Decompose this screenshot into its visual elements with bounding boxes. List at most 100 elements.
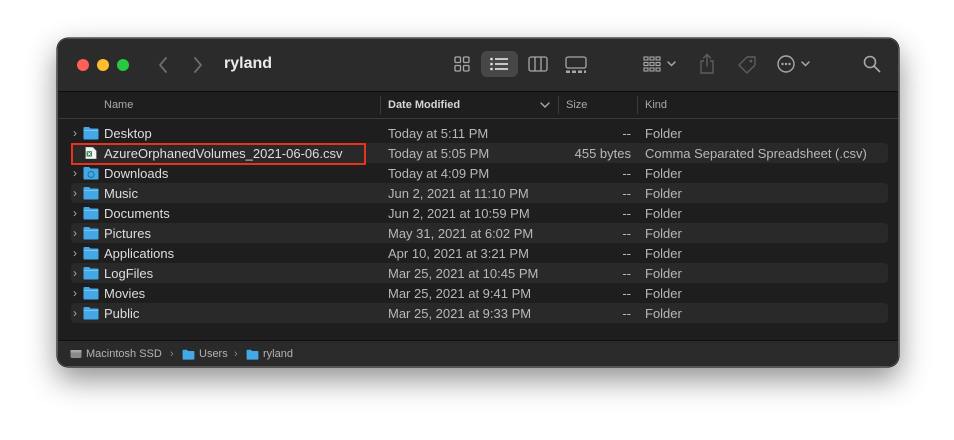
disclosure-chevron-icon[interactable]: › <box>73 306 81 320</box>
file-date: Mar 25, 2021 at 9:41 PM <box>388 286 532 301</box>
file-size: -- <box>622 126 631 141</box>
file-date: Jun 2, 2021 at 11:10 PM <box>388 186 529 201</box>
share-icon[interactable] <box>699 53 715 75</box>
file-size: -- <box>622 226 631 241</box>
pictures-folder-icon <box>83 227 99 240</box>
column-kind[interactable]: Kind <box>645 99 667 111</box>
file-kind: Folder <box>645 286 682 301</box>
tag-icon[interactable] <box>736 54 758 76</box>
file-kind: Folder <box>645 186 682 201</box>
column-view-icon[interactable] <box>528 56 548 72</box>
file-name: Documents <box>104 206 170 221</box>
file-date: Mar 25, 2021 at 9:33 PM <box>388 306 532 321</box>
chevron-right-icon[interactable] <box>192 56 204 74</box>
close-window-button[interactable] <box>77 59 89 71</box>
zoom-window-button[interactable] <box>117 59 129 71</box>
music-folder-icon <box>83 187 99 200</box>
minimize-window-button[interactable] <box>97 59 109 71</box>
file-kind: Folder <box>645 206 682 221</box>
movies-folder-icon <box>83 287 99 300</box>
file-size: -- <box>622 306 631 321</box>
gallery-view-icon[interactable] <box>565 56 587 74</box>
file-kind: Folder <box>645 306 682 321</box>
file-kind: Folder <box>645 226 682 241</box>
file-date: Apr 10, 2021 at 3:21 PM <box>388 246 529 261</box>
home-folder-icon[interactable] <box>246 349 259 360</box>
column-name[interactable]: Name <box>104 99 133 111</box>
disclosure-chevron-icon[interactable]: › <box>73 126 81 140</box>
path-item-volume[interactable]: Macintosh SSD <box>86 348 162 360</box>
downloads-folder-icon <box>83 167 99 180</box>
file-size: -- <box>622 166 631 181</box>
list-view-icon[interactable] <box>490 57 509 71</box>
path-bar: Macintosh SSD › Users › ryland <box>58 340 898 366</box>
file-name: LogFiles <box>104 266 154 281</box>
group-by-icon[interactable] <box>643 56 677 72</box>
column-header: Name Date Modified Size Kind <box>58 92 898 119</box>
disclosure-chevron-icon[interactable]: › <box>73 206 81 220</box>
list-item[interactable]: › Public Mar 25, 2021 at 9:33 PM -- Fold… <box>71 303 888 323</box>
file-date: Today at 5:11 PM <box>388 126 489 141</box>
list-item[interactable]: › Downloads Today at 4:09 PM -- Folder <box>71 163 888 183</box>
file-size: -- <box>622 286 631 301</box>
file-name: Downloads <box>104 166 169 181</box>
disclosure-chevron-icon[interactable]: › <box>73 226 81 240</box>
file-date: Today at 5:05 PM <box>388 146 490 161</box>
list-item[interactable]: › LogFiles Mar 25, 2021 at 10:45 PM -- F… <box>71 263 888 283</box>
selection-highlight-box <box>71 143 366 165</box>
column-divider <box>637 96 638 114</box>
file-date: May 31, 2021 at 6:02 PM <box>388 226 534 241</box>
disclosure-chevron-icon[interactable]: › <box>73 266 81 280</box>
file-size: -- <box>622 206 631 221</box>
column-size[interactable]: Size <box>566 99 587 111</box>
file-size: -- <box>622 186 631 201</box>
disclosure-chevron-icon[interactable]: › <box>73 186 81 200</box>
disclosure-chevron-icon[interactable]: › <box>73 166 81 180</box>
search-icon[interactable] <box>863 55 881 73</box>
hard-drive-icon[interactable] <box>70 348 82 360</box>
file-name: Desktop <box>104 126 152 141</box>
toolbar: ryland <box>58 39 898 92</box>
applications-folder-icon <box>83 247 99 260</box>
file-name: Music <box>104 186 138 201</box>
list-item[interactable]: › Music Jun 2, 2021 at 11:10 PM -- Folde… <box>71 183 888 203</box>
file-kind: Folder <box>645 166 682 181</box>
disclosure-chevron-icon[interactable]: › <box>73 286 81 300</box>
column-divider <box>558 96 559 114</box>
list-item[interactable]: › Applications Apr 10, 2021 at 3:21 PM -… <box>71 243 888 263</box>
list-item[interactable]: › Desktop Today at 5:11 PM -- Folder <box>71 123 888 143</box>
finder-window: ryland Name Date Modified Size Kind › De… <box>57 38 899 367</box>
file-date: Today at 4:09 PM <box>388 166 490 181</box>
file-name: Pictures <box>104 226 151 241</box>
folder-icon <box>83 267 99 280</box>
file-kind: Folder <box>645 266 682 281</box>
file-size: -- <box>622 266 631 281</box>
file-kind: Folder <box>645 126 682 141</box>
file-kind: Comma Separated Spreadsheet (.csv) <box>645 146 867 161</box>
file-name: Public <box>104 306 140 321</box>
column-divider <box>380 96 381 114</box>
file-name: Applications <box>104 246 175 261</box>
list-item[interactable]: › Movies Mar 25, 2021 at 9:41 PM -- Fold… <box>71 283 888 303</box>
path-separator-icon: › <box>234 348 238 360</box>
chevron-left-icon[interactable] <box>157 56 169 74</box>
path-item-home[interactable]: ryland <box>263 348 293 360</box>
file-name: Movies <box>104 286 146 301</box>
window-title: ryland <box>224 55 273 72</box>
file-date: Mar 25, 2021 at 10:45 PM <box>388 266 539 281</box>
icon-view-icon[interactable] <box>454 56 470 72</box>
file-date: Jun 2, 2021 at 10:59 PM <box>388 206 530 221</box>
disclosure-chevron-icon[interactable]: › <box>73 246 81 260</box>
folder-icon[interactable] <box>182 349 195 360</box>
path-separator-icon: › <box>170 348 174 360</box>
path-item-users[interactable]: Users <box>199 348 228 360</box>
sort-descending-icon[interactable] <box>540 102 550 109</box>
list-item[interactable]: › Documents Jun 2, 2021 at 10:59 PM -- F… <box>71 203 888 223</box>
file-size: 455 bytes <box>574 146 631 161</box>
column-date-modified[interactable]: Date Modified <box>388 99 460 111</box>
file-size: -- <box>622 246 631 261</box>
more-actions-icon[interactable] <box>777 55 813 73</box>
public-folder-icon <box>83 307 99 320</box>
documents-folder-icon <box>83 207 99 220</box>
list-item[interactable]: › Pictures May 31, 2021 at 6:02 PM -- Fo… <box>71 223 888 243</box>
